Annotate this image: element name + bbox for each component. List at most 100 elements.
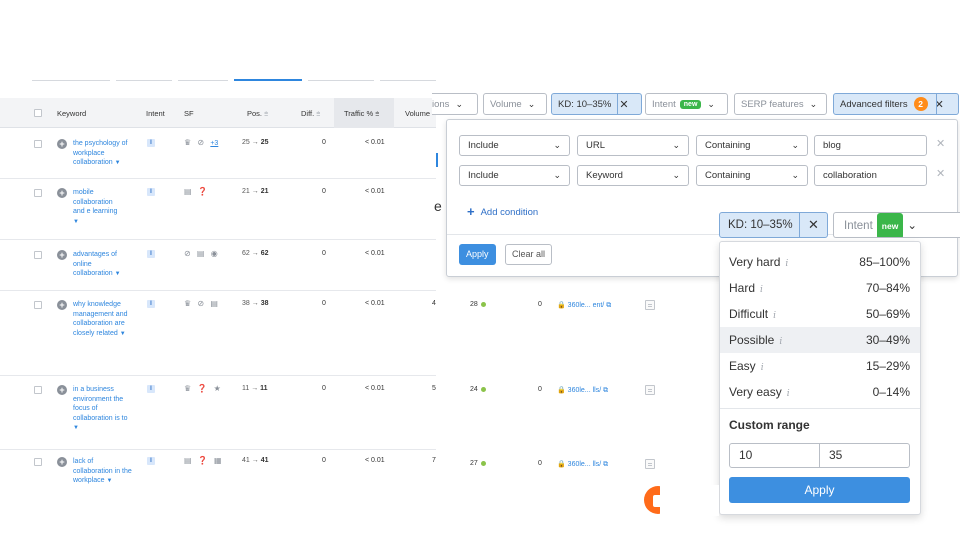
traffic-value: < 0.01 (365, 457, 385, 464)
keyword-link[interactable]: advantages of online collaboration ▼ (73, 250, 131, 280)
kd-from-input[interactable]: 10 (729, 443, 820, 468)
kd-option-very-hard[interactable]: Very hard i 85–100% (720, 249, 920, 275)
col-volume[interactable]: Volume (405, 109, 430, 118)
table-row: + the psychology of workplace collaborat… (0, 128, 436, 179)
keyword-link[interactable]: lack of collaboration in the workplace ▼ (73, 457, 133, 487)
col-diff[interactable]: Diff. ⩧ (301, 109, 320, 119)
row-checkbox[interactable] (34, 301, 42, 309)
add-keyword-icon[interactable]: + (57, 188, 67, 198)
kd-filter[interactable]: KD: 10–35% ✕ (551, 93, 642, 115)
serp-snapshot-icon[interactable] (645, 459, 655, 469)
traffic-value: < 0.01 (365, 139, 385, 146)
kd-option-label: Possible (729, 333, 775, 347)
volume-filter[interactable]: Volume ⌄ (483, 93, 547, 115)
field-select[interactable]: URL ⌄ (577, 135, 689, 156)
apply-filters-button[interactable]: Apply (459, 244, 496, 265)
include-label: Include (468, 170, 499, 181)
new-badge: new (876, 213, 904, 237)
serp-snapshot-icon[interactable] (645, 300, 655, 310)
kd-option-very-easy[interactable]: Very easy i 0–14% (720, 379, 920, 405)
change-value: 0 (538, 386, 542, 393)
intent-badge: I (147, 188, 155, 196)
clear-kd-icon[interactable]: ✕ (619, 98, 628, 111)
filter-count-badge: 2 (913, 97, 928, 111)
kd-dropdown: Very hard i 85–100% Hard i 70–84% Difficult i… (719, 241, 921, 515)
url-link[interactable]: 🔒 360le... lls/ ⧉ (557, 386, 608, 395)
clear-all-button[interactable]: Clear all (505, 244, 553, 265)
field-label: Keyword (586, 170, 623, 181)
pos-to: 41 (260, 457, 269, 464)
add-condition-button[interactable]: + Add condition (467, 204, 538, 219)
row-checkbox[interactable] (34, 458, 42, 466)
kd-option-easy[interactable]: Easy i 15–29% (720, 353, 920, 379)
row-checkbox[interactable] (34, 189, 42, 197)
field-select[interactable]: Keyword ⌄ (577, 165, 689, 186)
intent-filter[interactable]: Intent new ⌄ (645, 93, 728, 115)
keyword-link[interactable]: the psychology of workplace collaboratio… (73, 139, 135, 169)
serp-features-filter[interactable]: SERP features ⌄ (734, 93, 827, 115)
url-link[interactable]: 🔒 360le... lls/ ⧉ (557, 460, 608, 469)
add-keyword-icon[interactable]: + (57, 250, 67, 260)
keyword-link[interactable]: in a business environment the focus of c… (73, 385, 131, 434)
kd-value: 27 (470, 460, 478, 467)
clear-kd-icon[interactable]: ✕ (808, 213, 819, 237)
info-icon: i (773, 311, 777, 321)
kd-option-range: 30–49% (865, 333, 910, 347)
table-row: + advantages of online collaboration ▼ I… (0, 240, 436, 291)
kd-value: 28 (470, 301, 478, 308)
remove-condition-icon[interactable]: ✕ (936, 167, 945, 180)
col-pos[interactable]: Pos. ⩧ (247, 109, 268, 119)
external-link-icon[interactable]: ⧉ (603, 387, 608, 394)
serp-features: ♛ ⊘ ▤ (184, 299, 220, 308)
row-checkbox[interactable] (34, 140, 42, 148)
serp-snapshot-icon[interactable] (645, 385, 655, 395)
pos-from: 21 (242, 188, 250, 195)
new-badge: new (679, 99, 702, 109)
row-checkbox[interactable] (34, 386, 42, 394)
remove-condition-icon[interactable]: ✕ (936, 137, 945, 150)
keyword-text: in a business environment the focus of c… (73, 386, 128, 422)
kd-option-difficult[interactable]: Difficult i 50–69% (720, 301, 920, 327)
operator-label: Containing (705, 170, 751, 181)
include-select[interactable]: Include ⌄ (459, 135, 570, 156)
kd-to-input[interactable]: 35 (819, 443, 910, 468)
condition-value-input[interactable]: collaboration (814, 165, 927, 186)
add-keyword-icon[interactable]: + (57, 300, 67, 310)
kd-option-label: Hard (729, 281, 756, 295)
external-link-icon[interactable]: ⧉ (603, 461, 608, 468)
sf-more-link[interactable]: +3 (210, 140, 218, 147)
keyword-link[interactable]: mobile collaboration and e learning ▼ (73, 188, 123, 227)
operator-select[interactable]: Containing ⌄ (696, 165, 808, 186)
col-keyword[interactable]: Keyword (57, 109, 86, 118)
add-keyword-icon[interactable]: + (57, 457, 67, 467)
intent-filter[interactable]: Intent new ⌄ (833, 212, 960, 238)
custom-range-apply-button[interactable]: Apply (729, 477, 910, 503)
col-intent[interactable]: Intent (146, 109, 165, 118)
kd-dot-icon (480, 386, 486, 392)
external-link-icon[interactable]: ⧉ (606, 302, 611, 309)
advanced-filters-button[interactable]: Advanced filters 2 ✕ (833, 93, 959, 115)
info-icon: i (785, 259, 789, 269)
chevron-down-icon: ⌄ (672, 140, 680, 150)
keyword-link[interactable]: why knowledge management and collaborati… (73, 300, 131, 339)
chevron-down-icon: ⌄ (553, 140, 561, 150)
condition-value-input[interactable]: blog (814, 135, 927, 156)
col-sf[interactable]: SF (184, 109, 194, 118)
overlay-cover (660, 485, 719, 516)
add-keyword-icon[interactable]: + (57, 385, 67, 395)
col-traffic[interactable]: Traffic % ⩧ (344, 109, 379, 119)
chevron-down-icon: ▼ (73, 425, 79, 431)
scroll-indicator (436, 153, 438, 167)
kd-filter-open[interactable]: KD: 10–35% ✕ (719, 212, 828, 238)
filter-options-dropdown[interactable]: ions ⌄ (432, 93, 478, 115)
row-checkbox[interactable] (34, 251, 42, 259)
tab-underline (178, 80, 228, 81)
include-select[interactable]: Include ⌄ (459, 165, 570, 186)
operator-select[interactable]: Containing ⌄ (696, 135, 808, 156)
select-all-checkbox[interactable] (34, 109, 42, 117)
kd-option-hard[interactable]: Hard i 70–84% (720, 275, 920, 301)
url-link[interactable]: 🔒 360le... ent/ ⧉ (557, 301, 611, 310)
kd-option-possible[interactable]: Possible i 30–49% (720, 327, 920, 353)
change-value: 0 (538, 460, 542, 467)
add-keyword-icon[interactable]: + (57, 139, 67, 149)
